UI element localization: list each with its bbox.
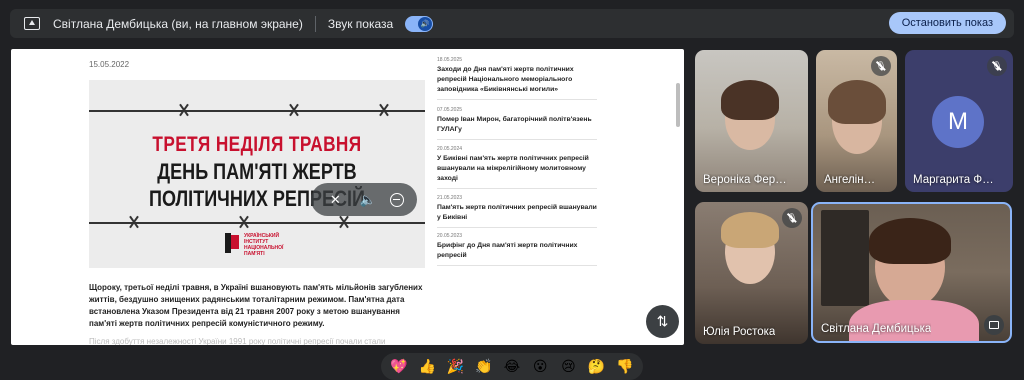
mic-off-icon: 🎙 bbox=[871, 56, 891, 76]
volume-icon: 🔊 bbox=[418, 16, 433, 31]
institute-name: УКРАЇНСЬКИЙ ІНСТИТУТ НАЦІОНАЛЬНОЇ ПАМ'ЯТ… bbox=[244, 233, 284, 257]
institute-logo: УКРАЇНСЬКИЙ ІНСТИТУТ НАЦІОНАЛЬНОЇ ПАМ'ЯТ… bbox=[225, 233, 294, 257]
reaction-thumbs-up[interactable]: 👍 bbox=[416, 359, 438, 375]
swap-arrows-icon: ⇅ bbox=[656, 313, 669, 329]
barb bbox=[289, 105, 299, 115]
avatar: M bbox=[932, 96, 984, 148]
mute-video-icon[interactable]: ✕ bbox=[324, 192, 346, 208]
news-date: 18.05.2025 bbox=[437, 57, 463, 63]
reaction-party-popper[interactable]: 🎉 bbox=[445, 359, 467, 375]
article-date: 15.05.2022 bbox=[89, 60, 130, 69]
participant-tile[interactable]: 🎙 Ангелін… bbox=[816, 50, 897, 192]
news-title[interactable]: Брифінг до Дня пам'яті жертв політичних … bbox=[437, 241, 597, 261]
participant-name: Ангелін… bbox=[824, 174, 876, 186]
participant-tile[interactable]: 🎙 Юлія Ростока bbox=[695, 202, 808, 344]
news-item[interactable]: 20.05.2024 У Биківні пам'ять жертв політ… bbox=[437, 146, 597, 189]
barb bbox=[129, 217, 139, 227]
participant-name: Юлія Ростока bbox=[703, 326, 776, 338]
reaction-sparkling-heart[interactable]: 💖 bbox=[388, 359, 410, 375]
barbed-wire bbox=[89, 222, 425, 224]
present-screen-icon bbox=[24, 17, 40, 30]
news-date: 21.05.2023 bbox=[437, 195, 463, 201]
participant-tile-active-speaker[interactable]: Світлана Дембицька bbox=[811, 202, 1012, 343]
news-item[interactable]: 07.05.2025 Помер Іван Мирон, багаторічни… bbox=[437, 107, 597, 140]
barb bbox=[239, 217, 249, 227]
participant-hair bbox=[721, 80, 779, 120]
swap-layout-button[interactable]: ⇅ bbox=[646, 305, 679, 338]
memorial-banner-image: ТРЕТЯ НЕДІЛЯ ТРАВНЯ ДЕНЬ ПАМ'ЯТІ ЖЕРТВ П… bbox=[89, 80, 425, 268]
news-title[interactable]: Заходи до Дня пам'яті жертв політичних р… bbox=[437, 65, 597, 95]
mic-off-icon: 🎙 bbox=[782, 208, 802, 228]
news-date: 20.05.2024 bbox=[437, 146, 463, 152]
participant-clothing bbox=[849, 300, 979, 341]
divider bbox=[314, 15, 316, 32]
shared-screen: 15.05.2022 ТРЕТЯ НЕДІЛЯ ТРАВНЯ ДЕНЬ ПАМ'… bbox=[11, 49, 684, 345]
banner-line-1: ТРЕТЯ НЕДІЛЯ ТРАВНЯ bbox=[152, 133, 362, 156]
uinp-logo-icon bbox=[225, 233, 239, 253]
reaction-thinking[interactable]: 🤔 bbox=[586, 359, 608, 375]
news-item[interactable]: 21.05.2023 Пам'ять жертв політичних репр… bbox=[437, 195, 597, 228]
banner-line-2: ДЕНЬ ПАМ'ЯТІ ЖЕРТВ bbox=[157, 159, 357, 184]
mic-off-icon: 🎙 bbox=[987, 56, 1007, 76]
video-overlay-controls: ✕ 🔈 bbox=[311, 183, 417, 216]
participant-hair bbox=[721, 212, 779, 248]
article-paragraph-2: Після здобуття незалежності України 1991… bbox=[89, 337, 386, 345]
barb bbox=[339, 217, 349, 227]
remove-icon[interactable] bbox=[389, 192, 404, 207]
stop-presenting-button[interactable]: Остановить показ bbox=[888, 12, 1006, 34]
page-scrollbar[interactable] bbox=[676, 83, 680, 127]
news-title[interactable]: Помер Іван Мирон, багаторічний політв'яз… bbox=[437, 115, 597, 135]
participant-tile[interactable]: Вероніка Фер… bbox=[695, 50, 808, 192]
reaction-thumbs-down[interactable]: 👎 bbox=[614, 359, 636, 375]
reaction-crying[interactable]: 😢 bbox=[557, 359, 579, 375]
barb bbox=[179, 105, 189, 115]
participant-name: Світлана Дембицька bbox=[821, 323, 932, 335]
reaction-laughing[interactable]: 😂 bbox=[501, 359, 523, 375]
presenting-title: Світлана Дембицька (ви, на главном экран… bbox=[53, 16, 303, 31]
presentation-sound-label: Звук показа bbox=[327, 16, 394, 31]
participant-hair bbox=[828, 80, 886, 124]
volume-icon[interactable]: 🔈 bbox=[357, 192, 379, 208]
presenting-bar: Світлана Дембицька (ви, на главном экран… bbox=[10, 9, 1014, 38]
reactions-bar: 💖 👍 🎉 👏 😂 😮 😢 🤔 👎 bbox=[381, 353, 643, 380]
reaction-surprised[interactable]: 😮 bbox=[529, 359, 551, 375]
participant-name: Вероніка Фер… bbox=[703, 174, 787, 186]
participant-hair bbox=[869, 218, 951, 264]
article-paragraph: Щороку, третьої неділі травня, в Україні… bbox=[89, 283, 423, 328]
barbed-wire bbox=[89, 110, 425, 112]
news-date: 07.05.2025 bbox=[437, 107, 463, 113]
news-item[interactable]: 20.05.2023 Брифінг до Дня пам'яті жертв … bbox=[437, 233, 597, 266]
bookshelf bbox=[821, 210, 869, 306]
reaction-clapping[interactable]: 👏 bbox=[473, 359, 495, 375]
screen-share-indicator-icon bbox=[984, 315, 1004, 335]
news-date: 20.05.2023 bbox=[437, 233, 463, 239]
presentation-sound-toggle[interactable]: 🔊 bbox=[405, 15, 434, 32]
news-title[interactable]: Пам'ять жертв політичних репресій вшанув… bbox=[437, 203, 597, 223]
participant-name: Маргарита Ф… bbox=[913, 174, 994, 186]
news-item[interactable]: 18.05.2025 Заходи до Дня пам'яті жертв п… bbox=[437, 57, 597, 100]
news-title[interactable]: У Биківні пам'ять жертв політичних репре… bbox=[437, 154, 597, 184]
participant-tile[interactable]: M 🎙 Маргарита Ф… bbox=[905, 50, 1013, 192]
barb bbox=[379, 105, 389, 115]
